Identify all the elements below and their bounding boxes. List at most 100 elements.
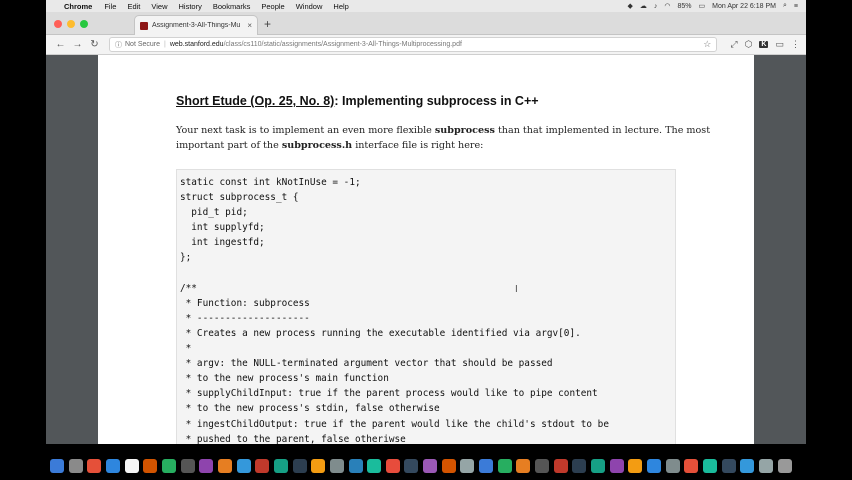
pdf-page: Short Etude (Op. 25, No. 8): Implementin… (98, 55, 754, 444)
dock-app-icon[interactable] (740, 459, 755, 473)
para-text-1: Your next task is to implement an even m… (176, 125, 435, 136)
dock-app-icon[interactable] (311, 459, 326, 473)
menu-help[interactable]: Help (333, 2, 348, 11)
search-icon[interactable]: ⌕ (783, 2, 787, 10)
dock-app-icon[interactable] (367, 459, 382, 473)
tab-close-icon[interactable]: × (247, 21, 252, 30)
minimize-window-button[interactable] (67, 20, 75, 28)
code-line: static const int kNotInUse = -1; (180, 177, 361, 188)
code-line: * ingestChildOutput: true if the parent … (180, 418, 609, 430)
volume-icon[interactable]: ♪ (654, 3, 658, 10)
wifi-icon[interactable]: ◠ (664, 2, 670, 10)
dock (46, 455, 796, 477)
dock-app-icon[interactable] (50, 459, 64, 473)
dock-app-icon[interactable] (423, 459, 438, 473)
dock-app-icon[interactable] (721, 459, 736, 473)
dock-app-icon[interactable] (460, 459, 475, 473)
dock-app-icon[interactable] (124, 459, 139, 473)
dock-app-icon[interactable] (758, 459, 773, 473)
intro-paragraph: Your next task is to implement an even m… (176, 124, 736, 153)
cloud-icon[interactable]: ☁ (640, 2, 647, 10)
menu-history[interactable]: History (179, 2, 202, 11)
dock-app-icon[interactable] (647, 459, 661, 473)
dock-app-icon[interactable] (143, 459, 158, 473)
dock-app-icon[interactable] (404, 459, 419, 473)
menu-window[interactable]: Window (296, 2, 323, 11)
code-line: * pushed to the parent, false otheriwse (180, 433, 406, 444)
dock-app-icon[interactable] (777, 459, 792, 473)
dock-app-icon[interactable] (348, 459, 363, 473)
dock-app-icon[interactable] (105, 459, 120, 473)
dock-app-icon[interactable] (68, 459, 83, 473)
menu-bookmarks[interactable]: Bookmarks (213, 2, 251, 11)
dock-app-icon[interactable] (497, 459, 512, 473)
dock-app-icon[interactable] (516, 459, 531, 473)
para-bold-2: subprocess.h (281, 139, 353, 151)
dock-app-icon[interactable] (479, 459, 494, 473)
code-line: * -------------------- (180, 312, 310, 324)
k-extension-icon[interactable]: K (759, 41, 769, 48)
battery-percent[interactable]: 85% (678, 3, 692, 10)
dock-app-icon[interactable] (273, 459, 288, 473)
new-tab-button[interactable]: + (264, 17, 271, 31)
url-path: /class/cs110/static/assignments/Assignme… (223, 41, 462, 48)
extension-icon[interactable]: ⤢ (730, 39, 737, 50)
para-bold-1: subprocess (434, 125, 495, 136)
window-controls (54, 20, 88, 28)
status-area: ◆ ☁ ♪ ◠ 85% ▭ Mon Apr 22 6:18 PM ⌕ ≡ (628, 2, 806, 10)
menu-app-name[interactable]: Chrome (64, 2, 92, 11)
menu-file[interactable]: File (104, 2, 116, 11)
cast-icon[interactable]: ▭ (775, 39, 784, 50)
battery-icon[interactable]: ▭ (699, 2, 706, 10)
dropbox-icon[interactable]: ◆ (628, 2, 633, 10)
code-line: * Creates a new process running the exec… (180, 327, 581, 339)
chrome-menu-icon[interactable]: ⋮ (791, 39, 800, 50)
dock-app-icon[interactable] (329, 459, 344, 473)
dock-app-icon[interactable] (87, 459, 102, 473)
menu-list-icon[interactable]: ≡ (794, 3, 798, 10)
extension-shield-icon[interactable]: ⬡ (745, 39, 753, 50)
code-line: * supplyChildInput: true if the parent p… (180, 388, 598, 400)
datetime[interactable]: Mon Apr 22 6:18 PM (712, 3, 776, 10)
dock-app-icon[interactable] (665, 459, 680, 473)
dock-app-icon[interactable] (609, 459, 624, 473)
dock-app-icon[interactable] (385, 459, 400, 473)
menu-people[interactable]: People (261, 2, 284, 11)
tab-strip: Assignment-3-All-Things-Mu × + (46, 12, 806, 35)
para-text-3: interface file is right here: (352, 139, 484, 151)
dock-app-icon[interactable] (199, 459, 214, 473)
back-arrow-icon[interactable]: ← (52, 39, 69, 50)
menu-view[interactable]: View (151, 2, 167, 11)
tab-active[interactable]: Assignment-3-All-Things-Mu × (134, 15, 258, 35)
dock-app-icon[interactable] (217, 459, 232, 473)
menu-edit[interactable]: Edit (127, 2, 140, 11)
bookmark-star-icon[interactable]: ☆ (703, 39, 711, 50)
pdf-viewer[interactable]: Short Etude (Op. 25, No. 8): Implementin… (46, 55, 806, 444)
code-line: * to the new process's stdin, false othe… (180, 403, 440, 415)
dock-app-icon[interactable] (684, 459, 699, 473)
code-line: * (180, 343, 192, 355)
section-heading: Short Etude (Op. 25, No. 8): Implementin… (176, 94, 539, 108)
stanford-favicon-icon (140, 21, 148, 30)
dock-app-icon[interactable] (535, 459, 550, 473)
dock-app-icon[interactable] (161, 459, 176, 473)
reload-icon[interactable]: ↻ (86, 39, 103, 50)
dock-app-icon[interactable] (180, 459, 195, 473)
dock-app-icon[interactable] (236, 459, 251, 473)
dock-app-icon[interactable] (572, 459, 587, 473)
menu-bar: Chrome File Edit View History Bookmarks … (46, 0, 806, 12)
heading-link[interactable]: Short Etude (Op. 25, No. 8) (176, 94, 334, 108)
maximize-window-button[interactable] (80, 20, 88, 28)
dock-app-icon[interactable] (292, 459, 307, 473)
dock-app-icon[interactable] (591, 459, 606, 473)
code-line: * to the new process's main function (180, 373, 389, 385)
dock-app-icon[interactable] (255, 459, 270, 473)
dock-app-icon[interactable] (553, 459, 568, 473)
dock-app-icon[interactable] (702, 459, 717, 473)
close-window-button[interactable] (54, 20, 62, 28)
address-bar[interactable]: ⓘ Not Secure | web.stanford.edu /class/c… (109, 37, 718, 52)
forward-arrow-icon[interactable]: → (69, 39, 86, 50)
dock-app-icon[interactable] (441, 459, 456, 473)
dock-app-icon[interactable] (628, 459, 643, 473)
info-icon[interactable]: ⓘ (115, 40, 122, 50)
